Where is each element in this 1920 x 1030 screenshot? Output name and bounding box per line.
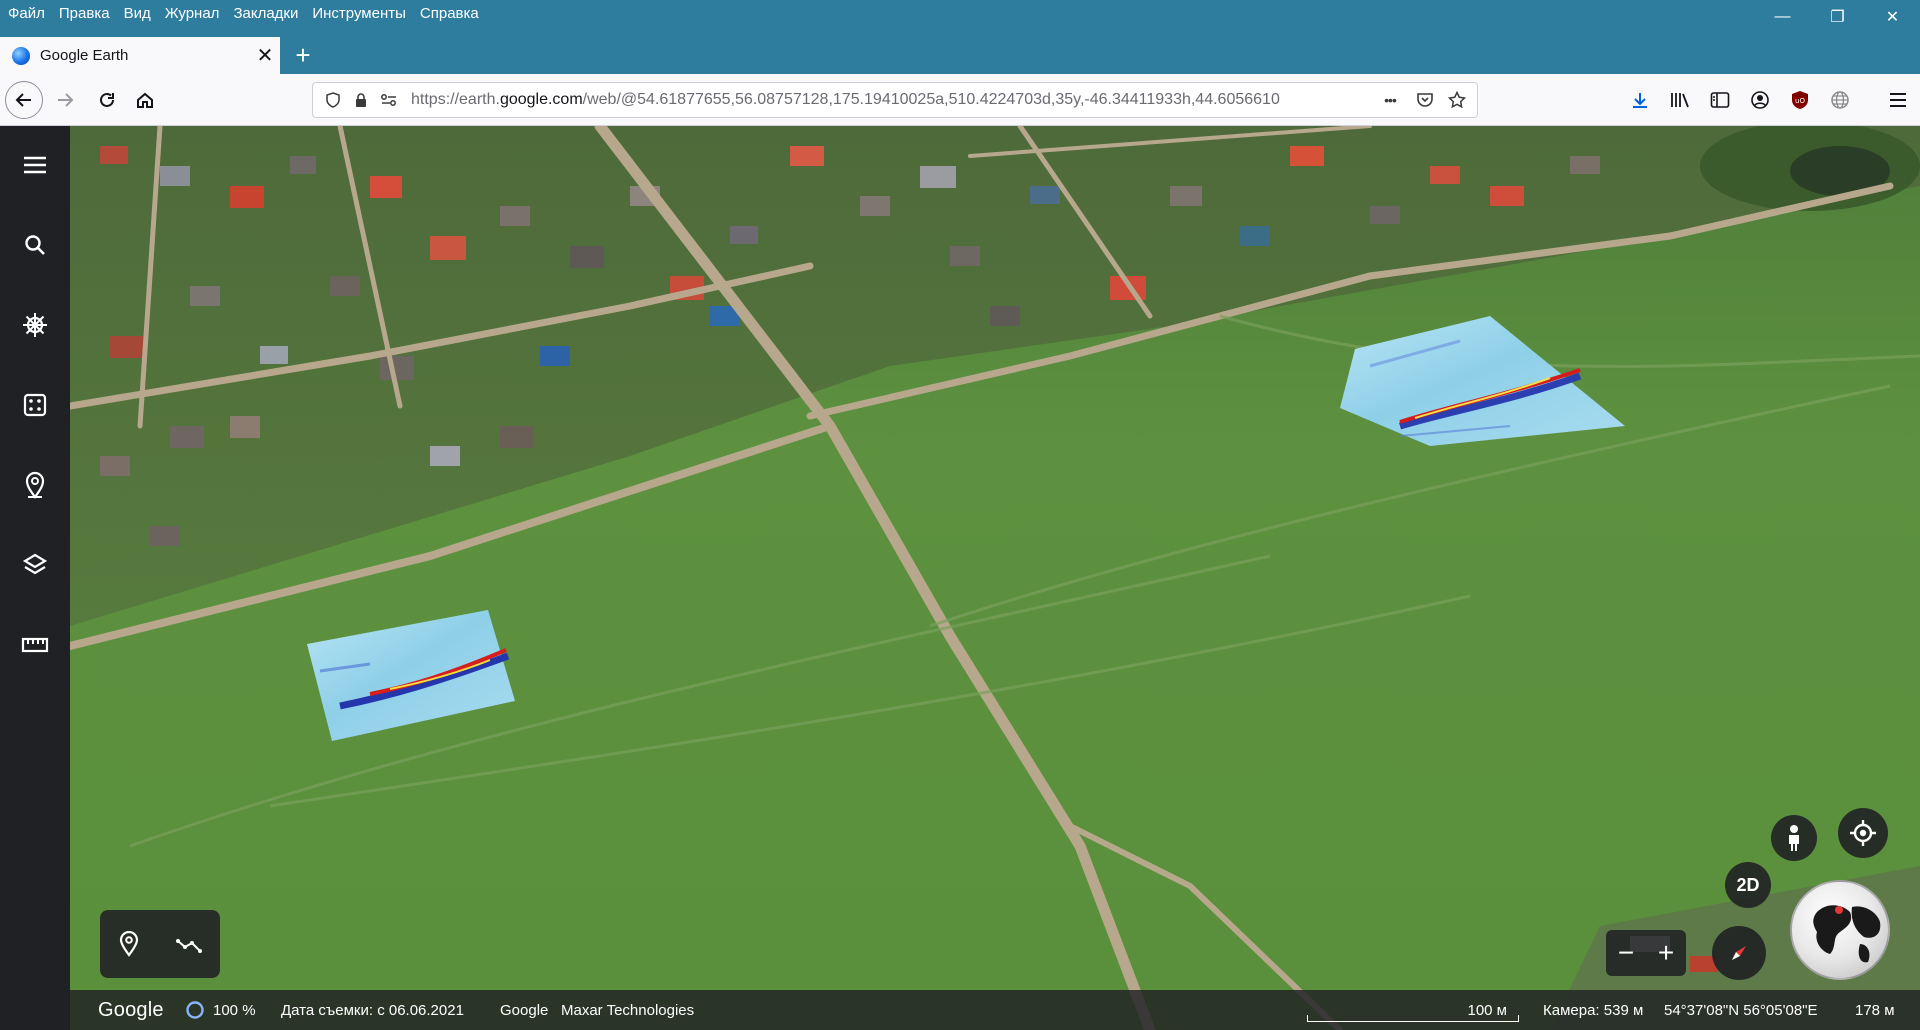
url-path: /web/@54.61877655,56.08757128,175.194100… bbox=[582, 91, 1280, 108]
library-icon[interactable] bbox=[1666, 86, 1694, 114]
imagery-date: Дата съемки: с 06.06.2021 bbox=[281, 1001, 464, 1019]
menu-bar: Файл Правка Вид Журнал Закладки Инструме… bbox=[0, 0, 1920, 26]
loading-ring-icon bbox=[186, 1001, 204, 1019]
menu-history[interactable]: Журнал bbox=[158, 5, 227, 22]
camera-altitude: Камера: 539 м bbox=[1543, 1001, 1644, 1019]
map-style-button[interactable] bbox=[0, 537, 70, 593]
layers-icon bbox=[22, 553, 48, 575]
placemark-tools bbox=[100, 910, 220, 978]
permissions-icon[interactable] bbox=[375, 86, 403, 114]
add-placemark-button[interactable] bbox=[118, 931, 140, 957]
draw-path-button[interactable] bbox=[175, 933, 203, 955]
back-button[interactable] bbox=[5, 81, 43, 119]
location-pin-icon bbox=[25, 471, 45, 499]
home-icon bbox=[137, 92, 153, 108]
menu-bookmarks[interactable]: Закладки bbox=[226, 5, 305, 22]
my-location-button[interactable] bbox=[1838, 808, 1888, 858]
url-prefix: https://earth. bbox=[411, 91, 500, 108]
attribution-maxar[interactable]: Maxar Technologies bbox=[561, 990, 694, 1030]
compass-icon bbox=[1732, 946, 1746, 960]
menu-icon bbox=[24, 156, 46, 174]
forward-button[interactable] bbox=[46, 81, 84, 119]
toggle-2d-button[interactable]: 2D bbox=[1725, 862, 1771, 908]
tracking-shield-icon[interactable] bbox=[319, 86, 347, 114]
menu-help[interactable]: Справка bbox=[413, 5, 486, 22]
tab-strip: Google Earth ✕ + bbox=[0, 26, 1920, 74]
loading-percent: 100 % bbox=[213, 1001, 256, 1019]
lock-icon[interactable] bbox=[347, 86, 375, 114]
svg-text:uO: uO bbox=[1795, 97, 1805, 105]
arrow-right-icon bbox=[58, 93, 74, 107]
page-actions-button[interactable]: ••• bbox=[1373, 86, 1407, 114]
zoom-out-button[interactable]: − bbox=[1618, 937, 1634, 969]
menu-file[interactable]: Файл bbox=[0, 5, 52, 22]
google-logo: Google bbox=[98, 998, 164, 1021]
search-icon bbox=[25, 235, 45, 255]
url-bar[interactable]: https://earth.google.com/web/@54.6187765… bbox=[312, 82, 1478, 118]
home-button[interactable] bbox=[126, 81, 164, 119]
pegman-icon bbox=[1789, 825, 1799, 851]
ublock-icon[interactable]: uO bbox=[1786, 86, 1814, 114]
reload-icon bbox=[100, 92, 114, 107]
loading-indicator: 100 % bbox=[185, 990, 256, 1030]
projects-button[interactable] bbox=[0, 457, 70, 513]
bookmark-star-icon[interactable] bbox=[1443, 86, 1471, 114]
sidebar-icon[interactable] bbox=[1706, 86, 1734, 114]
download-icon[interactable] bbox=[1626, 86, 1654, 114]
zoom-controls: − + bbox=[1606, 930, 1686, 976]
globe-icon[interactable] bbox=[1826, 86, 1854, 114]
placemark-icon bbox=[119, 931, 138, 957]
cursor-coordinates: 54°37'08"N 56°05'08"E bbox=[1664, 1001, 1818, 1019]
tab-google-earth[interactable]: Google Earth ✕ bbox=[0, 37, 280, 74]
url-text[interactable]: https://earth.google.com/web/@54.6187765… bbox=[411, 91, 1331, 109]
overview-globe[interactable] bbox=[1790, 880, 1890, 980]
measure-button[interactable] bbox=[0, 617, 70, 673]
status-bar: Google 100 % Дата съемки: с 06.06.2021 G… bbox=[70, 990, 1920, 1030]
reload-button[interactable] bbox=[88, 81, 126, 119]
account-icon[interactable] bbox=[1746, 86, 1774, 114]
crosshair-icon bbox=[1850, 820, 1876, 846]
street-view-pegman-button[interactable] bbox=[1771, 815, 1817, 861]
menu-tools[interactable]: Инструменты bbox=[305, 5, 413, 22]
path-icon bbox=[175, 939, 202, 953]
toolbar-right: uO bbox=[1626, 86, 1912, 114]
feeling-lucky-button[interactable] bbox=[0, 377, 70, 433]
zoom-in-button[interactable]: + bbox=[1658, 937, 1674, 969]
url-actions: ••• bbox=[1373, 86, 1471, 114]
globe-map-icon bbox=[1813, 905, 1881, 963]
google-earth-favicon-icon bbox=[12, 46, 30, 65]
new-tab-button[interactable]: + bbox=[288, 40, 318, 70]
tab-close-button[interactable]: ✕ bbox=[250, 43, 280, 68]
attribution-google[interactable]: Google bbox=[500, 990, 548, 1030]
scale-line bbox=[1307, 1015, 1519, 1022]
navigation-toolbar: https://earth.google.com/web/@54.6187765… bbox=[0, 74, 1920, 126]
compass-button[interactable] bbox=[1712, 926, 1766, 980]
arrow-left-icon bbox=[15, 93, 31, 107]
url-host: google.com bbox=[499, 91, 583, 108]
satellite-imagery bbox=[70, 126, 1920, 1030]
earth-map-view[interactable] bbox=[70, 126, 1920, 1030]
menu-view[interactable]: Вид bbox=[117, 5, 158, 22]
search-button[interactable] bbox=[0, 217, 70, 273]
pocket-icon[interactable] bbox=[1411, 86, 1439, 114]
earth-left-rail bbox=[0, 126, 70, 1030]
scale-bar[interactable]: 100 м bbox=[1307, 990, 1519, 1030]
tab-title: Google Earth bbox=[40, 47, 129, 64]
dice-icon bbox=[23, 393, 47, 417]
ground-elevation: 178 м bbox=[1855, 1001, 1895, 1019]
voyager-button[interactable] bbox=[0, 297, 70, 353]
ruler-icon bbox=[21, 637, 49, 653]
app-menu-icon[interactable] bbox=[1884, 86, 1912, 114]
voyager-icon bbox=[23, 313, 47, 337]
main-menu-button[interactable] bbox=[0, 137, 70, 193]
menu-edit[interactable]: Правка bbox=[52, 5, 117, 22]
